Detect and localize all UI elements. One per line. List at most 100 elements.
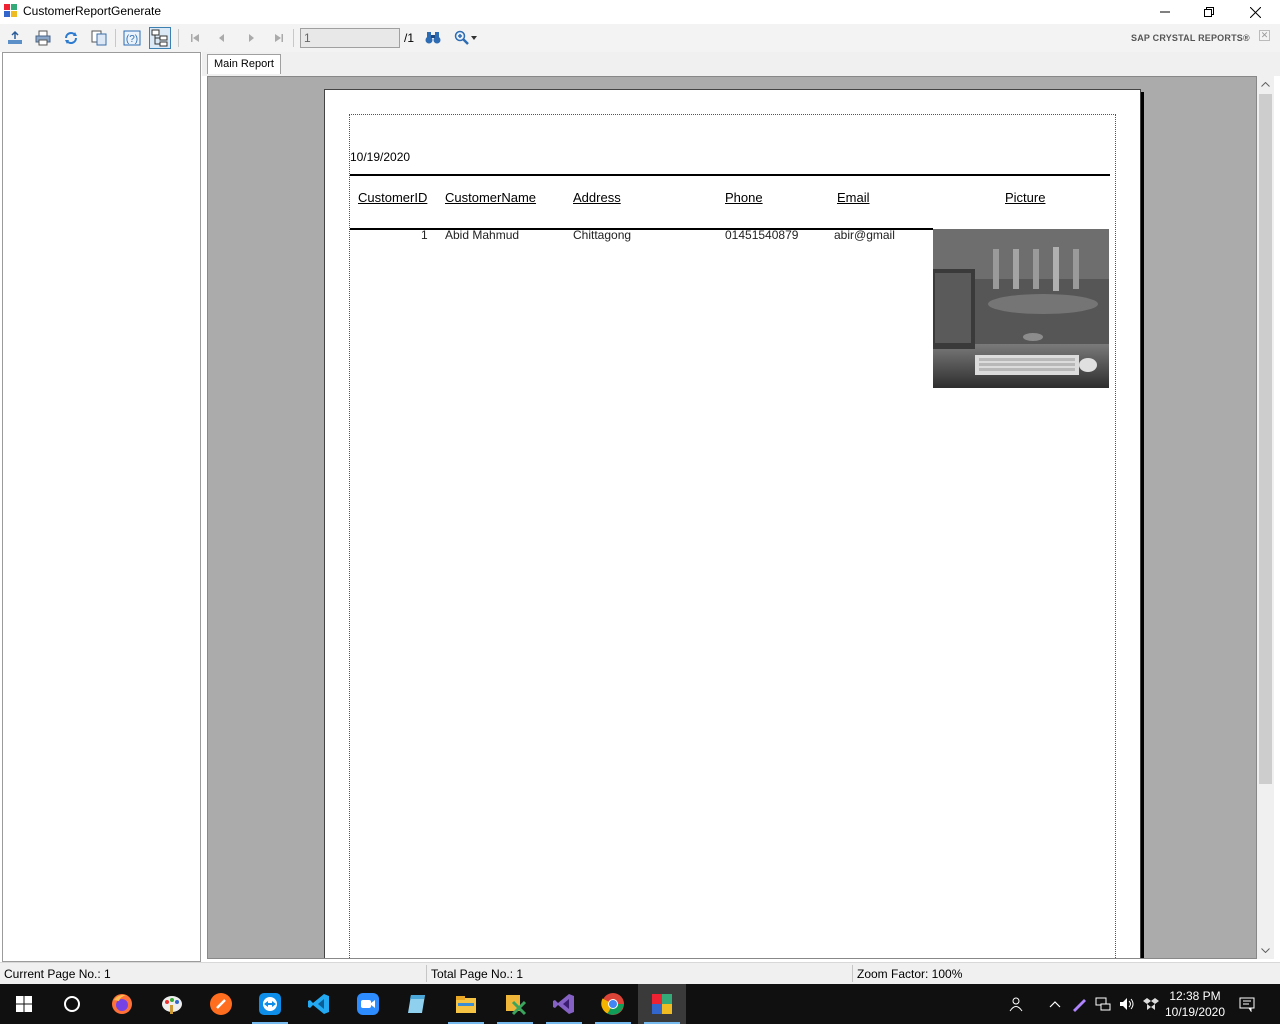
refresh-icon bbox=[65, 32, 77, 44]
cell-customer-name: Abid Mahmud bbox=[445, 228, 520, 242]
tray-dropbox-button[interactable] bbox=[1140, 984, 1162, 1024]
vertical-scrollbar[interactable] bbox=[1257, 76, 1274, 959]
tray-overflow-button[interactable] bbox=[1044, 984, 1066, 1024]
dropbox-icon bbox=[1143, 998, 1159, 1010]
print-icon bbox=[35, 30, 51, 46]
group-tree-icon bbox=[151, 29, 168, 47]
tray-clock[interactable]: 12:38 PM 10/19/2020 bbox=[1160, 988, 1230, 1020]
page-number-input[interactable] bbox=[300, 28, 400, 48]
chrome-icon bbox=[601, 993, 624, 1015]
parameter-panel-button[interactable]: (?) bbox=[121, 27, 143, 49]
column-header-phone: Phone bbox=[725, 190, 763, 205]
group-tree-panel[interactable] bbox=[2, 52, 201, 962]
column-header-customerid: CustomerID bbox=[358, 190, 428, 205]
cortana-button[interactable] bbox=[48, 984, 96, 1024]
notification-icon bbox=[1239, 997, 1255, 1012]
find-text-button[interactable] bbox=[422, 27, 444, 49]
xampp-icon bbox=[506, 995, 527, 1016]
total-page-status: Total Page No.: 1 bbox=[431, 967, 524, 981]
taskbar-xampp[interactable] bbox=[491, 984, 539, 1024]
export-icon bbox=[8, 30, 22, 44]
next-page-button[interactable] bbox=[240, 27, 262, 49]
sublime-icon bbox=[210, 993, 232, 1015]
previous-page-button[interactable] bbox=[211, 27, 233, 49]
taskbar-zoom[interactable] bbox=[344, 984, 392, 1024]
last-page-icon bbox=[275, 34, 283, 42]
taskbar-chrome[interactable] bbox=[589, 984, 637, 1024]
firefox-icon bbox=[112, 994, 132, 1014]
taskbar-paint[interactable] bbox=[148, 984, 196, 1024]
last-page-button[interactable] bbox=[268, 27, 290, 49]
zoom-dropdown-button[interactable] bbox=[450, 27, 482, 49]
crystal-reports-brand: SAP CRYSTAL REPORTS® bbox=[1131, 33, 1250, 43]
print-button[interactable] bbox=[32, 27, 54, 49]
network-icon bbox=[1095, 997, 1111, 1011]
taskbar-visual-studio[interactable] bbox=[540, 984, 588, 1024]
first-page-icon bbox=[191, 34, 199, 42]
close-icon bbox=[1249, 6, 1261, 18]
header-divider bbox=[350, 174, 1110, 176]
customer-picture bbox=[933, 229, 1109, 388]
paint-icon bbox=[162, 996, 182, 1014]
report-page: 10/19/2020 CustomerID CustomerName Addre… bbox=[324, 89, 1141, 958]
report-page-frame: 10/19/2020 CustomerID CustomerName Addre… bbox=[349, 114, 1116, 958]
taskbar-sublime[interactable] bbox=[197, 984, 245, 1024]
report-viewport[interactable]: 10/19/2020 CustomerID CustomerName Addre… bbox=[207, 76, 1257, 959]
start-button[interactable] bbox=[0, 984, 48, 1024]
tray-network-button[interactable] bbox=[1092, 984, 1114, 1024]
close-button[interactable] bbox=[1232, 0, 1278, 24]
svg-text:(?): (?) bbox=[126, 34, 138, 45]
teamviewer-icon bbox=[259, 993, 281, 1015]
zoom-meeting-icon bbox=[357, 993, 379, 1015]
taskbar-firefox[interactable] bbox=[98, 984, 146, 1024]
report-toolbar: (?) /1 SAP CRYSTAL REPORTS® ✕ bbox=[0, 24, 1280, 52]
chevron-up-icon bbox=[1261, 82, 1270, 87]
column-header-customername: CustomerName bbox=[445, 190, 537, 205]
chevron-up-icon bbox=[1049, 1001, 1061, 1008]
desk-photo-image bbox=[933, 229, 1109, 388]
taskbar-file-explorer[interactable] bbox=[442, 984, 490, 1024]
cell-phone: 01451540879 bbox=[725, 228, 799, 242]
tray-pen-button[interactable] bbox=[1068, 984, 1090, 1024]
scroll-thumb[interactable] bbox=[1259, 94, 1272, 784]
report-tab-strip: Main Report bbox=[202, 52, 1280, 76]
zoom-icon bbox=[454, 30, 469, 45]
taskbar-teamviewer[interactable] bbox=[246, 984, 294, 1024]
close-icon: ✕ bbox=[1260, 30, 1269, 40]
clock-time: 12:38 PM bbox=[1169, 989, 1221, 1003]
clock-date: 10/19/2020 bbox=[1164, 1005, 1226, 1019]
next-page-icon bbox=[249, 34, 254, 42]
action-center-button[interactable] bbox=[1232, 984, 1262, 1024]
visual-studio-icon bbox=[553, 994, 574, 1014]
export-button[interactable] bbox=[4, 27, 26, 49]
people-icon bbox=[1009, 997, 1023, 1012]
taskbar-report-app[interactable] bbox=[638, 984, 686, 1024]
first-page-button[interactable] bbox=[184, 27, 206, 49]
binoculars-icon bbox=[425, 32, 441, 44]
taskbar-vscode[interactable] bbox=[295, 984, 343, 1024]
current-page-status: Current Page No.: 1 bbox=[4, 967, 111, 981]
tray-people-button[interactable] bbox=[996, 984, 1036, 1024]
print-date: 10/19/2020 bbox=[350, 150, 411, 164]
tab-main-report[interactable]: Main Report bbox=[207, 54, 281, 74]
refresh-button[interactable] bbox=[60, 27, 82, 49]
column-header-picture: Picture bbox=[1005, 190, 1046, 205]
scroll-down-arrow[interactable] bbox=[1257, 942, 1274, 959]
zoom-factor-status: Zoom Factor: 100% bbox=[857, 967, 963, 981]
copy-button[interactable] bbox=[88, 27, 110, 49]
group-tree-toggle-button[interactable] bbox=[149, 27, 171, 49]
window-title: CustomerReportGenerate bbox=[23, 4, 162, 18]
pen-icon bbox=[1073, 999, 1086, 1012]
chevron-down-icon bbox=[1261, 948, 1270, 953]
taskbar-notepad[interactable] bbox=[393, 984, 441, 1024]
column-header-email: Email bbox=[837, 190, 870, 205]
vscode-icon bbox=[308, 994, 329, 1014]
tray-volume-button[interactable] bbox=[1116, 984, 1138, 1024]
title-bar: CustomerReportGenerate bbox=[0, 0, 1280, 24]
restore-button[interactable] bbox=[1186, 0, 1232, 24]
page-total-label: /1 bbox=[404, 31, 415, 45]
scroll-up-arrow[interactable] bbox=[1257, 76, 1274, 93]
cell-address: Chittagong bbox=[573, 228, 632, 242]
close-view-button[interactable]: ✕ bbox=[1259, 30, 1270, 41]
minimize-button[interactable] bbox=[1142, 0, 1188, 24]
